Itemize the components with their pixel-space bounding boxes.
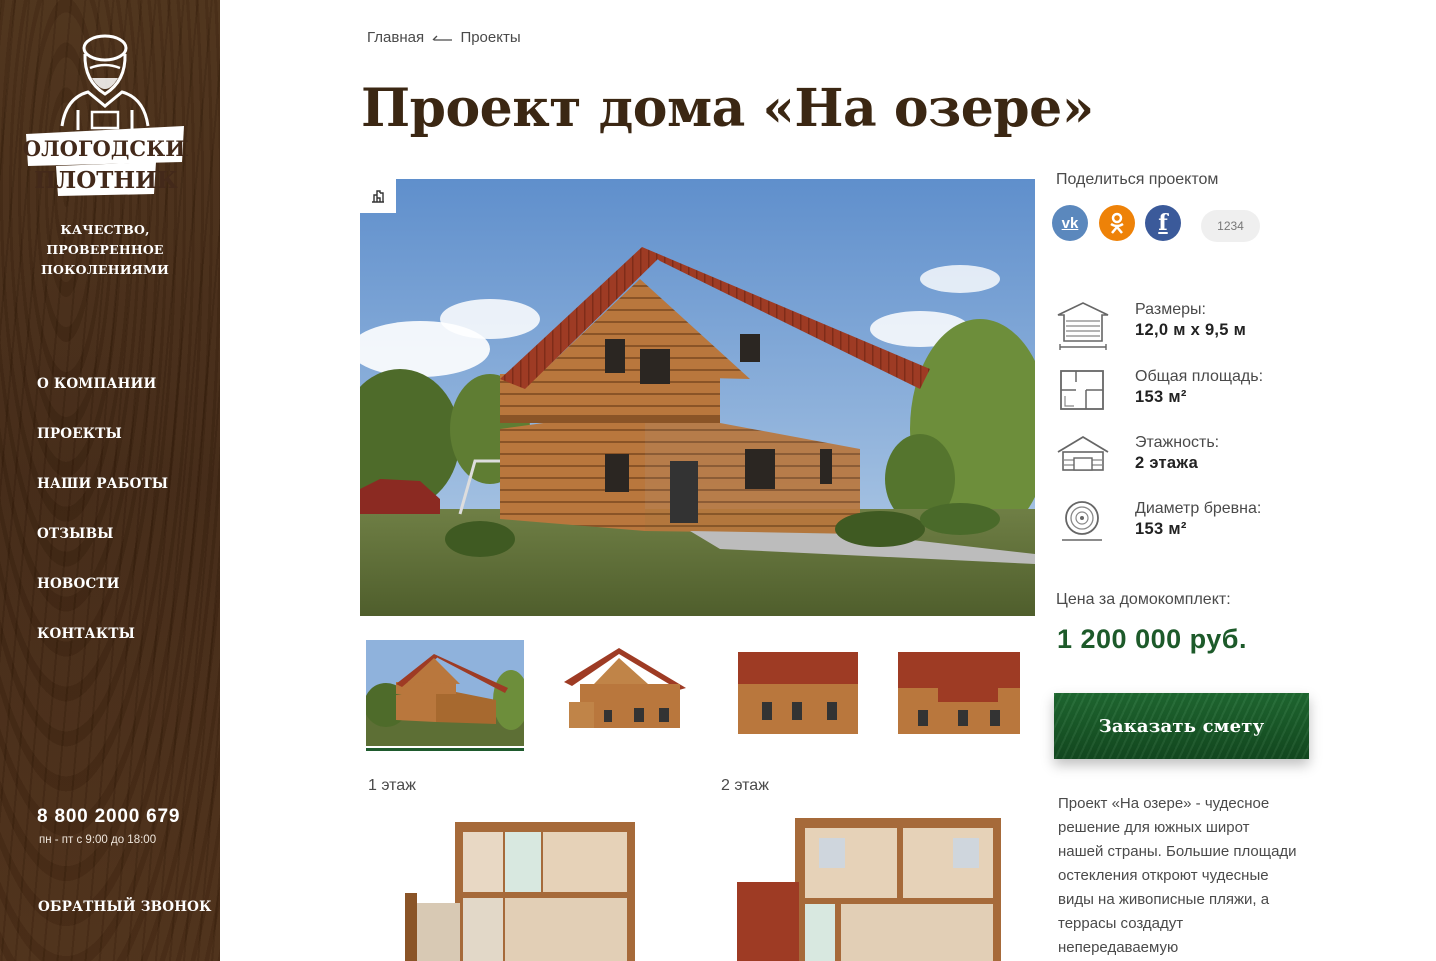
svg-text:ВОЛОГОДСКИЙ: ВОЛОГОДСКИЙ	[22, 135, 188, 161]
spec-value: 12,0 м х 9,5 м	[1135, 321, 1247, 339]
spec-value: 153 м²	[1135, 388, 1187, 406]
tagline-line: ПРОВЕРЕННОЕ	[46, 242, 164, 257]
breadcrumb-current[interactable]: Проекты	[460, 29, 520, 46]
thumb-facade-image	[544, 640, 702, 746]
project-description: Проект «На озере» - чудесное решение для…	[1058, 795, 1297, 956]
working-hours: пн - пт с 9:00 до 18:00	[39, 834, 157, 846]
share-label: Поделиться проектом	[1056, 171, 1219, 188]
nav-item-reviews[interactable]: ОТЗЫВЫ	[37, 526, 168, 576]
spec-value: 2 этажа	[1135, 454, 1199, 472]
fullscreen-button[interactable]	[360, 179, 396, 213]
facebook-icon: f	[1158, 210, 1168, 236]
spec-value: 153 м²	[1135, 520, 1187, 538]
odnoklassniki-icon	[1110, 212, 1124, 234]
house-render-image	[360, 179, 1035, 616]
floor-2-label: 2 этаж	[721, 777, 769, 794]
tagline-line: ПОКОЛЕНИЯМИ	[40, 262, 170, 277]
floor-plan-1-image	[405, 822, 635, 961]
floor-plan-icon	[1060, 370, 1104, 410]
phone-number[interactable]: 8 800 2000 679	[37, 806, 180, 828]
gallery-thumb-render[interactable]	[366, 640, 524, 751]
share-vk-button[interactable]: vk	[1052, 205, 1088, 241]
nav-item-news[interactable]: НОВОСТИ	[37, 576, 168, 626]
price-label: Цена за домокомплект:	[1056, 591, 1231, 608]
nav-item-our-works[interactable]: НАШИ РАБОТЫ	[37, 476, 168, 526]
gallery-thumb-facade-back[interactable]	[898, 640, 1056, 746]
share-ok-button[interactable]	[1099, 205, 1135, 241]
order-estimate-button[interactable]: Заказать смету	[1054, 693, 1309, 759]
floor-1-plan[interactable]	[405, 818, 640, 961]
spec-label: Этажность:	[1135, 434, 1220, 451]
page-title: Проект дома «На озере»	[361, 78, 1094, 139]
spec-label: Размеры:	[1135, 301, 1206, 318]
thumb-facade-front-image	[722, 640, 880, 746]
spec-area: Общая площадь: 153 м²	[1056, 368, 1356, 424]
carpenter-logo-icon: ВОЛОГОДСКИЙ ПЛОТНИК	[5, 34, 205, 196]
tagline-line: КАЧЕСТВО,	[60, 222, 150, 237]
gallery-thumbnails	[366, 640, 1056, 752]
price-value: 1 200 000 руб.	[1057, 624, 1247, 654]
arrow-left-icon	[432, 35, 453, 41]
floor-plan-2-image	[737, 818, 1001, 961]
gallery-thumb-facade-side[interactable]	[544, 640, 702, 746]
dimensions-icon	[1057, 302, 1109, 350]
sidebar: ВОЛОГОДСКИЙ ПЛОТНИК КАЧЕСТВО, ПРОВЕРЕННО…	[0, 0, 220, 961]
spec-floors: Этажность: 2 этажа	[1056, 434, 1356, 490]
main-nav: О КОМПАНИИ ПРОЕКТЫ НАШИ РАБОТЫ ОТЗЫВЫ НО…	[37, 376, 168, 676]
gallery-thumb-facade-front[interactable]	[722, 640, 880, 746]
brand-logo[interactable]: ВОЛОГОДСКИЙ ПЛОТНИК	[5, 26, 205, 198]
vk-icon: vk	[1061, 214, 1079, 232]
brand-tagline: КАЧЕСТВО, ПРОВЕРЕННОЕ ПОКОЛЕНИЯМИ	[22, 220, 188, 280]
floors-icon	[1057, 435, 1109, 471]
callback-link[interactable]: ОБРАТНЫЙ ЗВОНОК	[38, 899, 212, 915]
log-diameter-icon	[1062, 501, 1102, 541]
spec-log-diameter: Диаметр бревна: 153 м²	[1056, 500, 1356, 556]
main-project-image[interactable]	[360, 179, 1035, 616]
floor-1-label: 1 этаж	[368, 777, 416, 794]
thumb-render-image	[366, 640, 524, 746]
gallery-expand-icon	[372, 190, 384, 203]
floor-2-plan[interactable]	[737, 818, 1007, 961]
spec-label: Диаметр бревна:	[1135, 500, 1262, 517]
spec-label: Общая площадь:	[1135, 368, 1264, 385]
spec-dimensions: Размеры: 12,0 м х 9,5 м	[1056, 301, 1356, 357]
breadcrumb-home[interactable]: Главная	[367, 29, 424, 46]
share-facebook-button[interactable]: f	[1145, 205, 1181, 241]
share-counter: 1234	[1201, 210, 1260, 242]
nav-item-contacts[interactable]: КОНТАКТЫ	[37, 626, 168, 676]
nav-item-about[interactable]: О КОМПАНИИ	[37, 376, 168, 426]
nav-item-projects[interactable]: ПРОЕКТЫ	[37, 426, 168, 476]
thumb-facade-back-image	[898, 640, 1056, 746]
breadcrumb: Главная Проекты	[367, 29, 521, 46]
svg-text:ПЛОТНИК: ПЛОТНИК	[34, 167, 178, 194]
